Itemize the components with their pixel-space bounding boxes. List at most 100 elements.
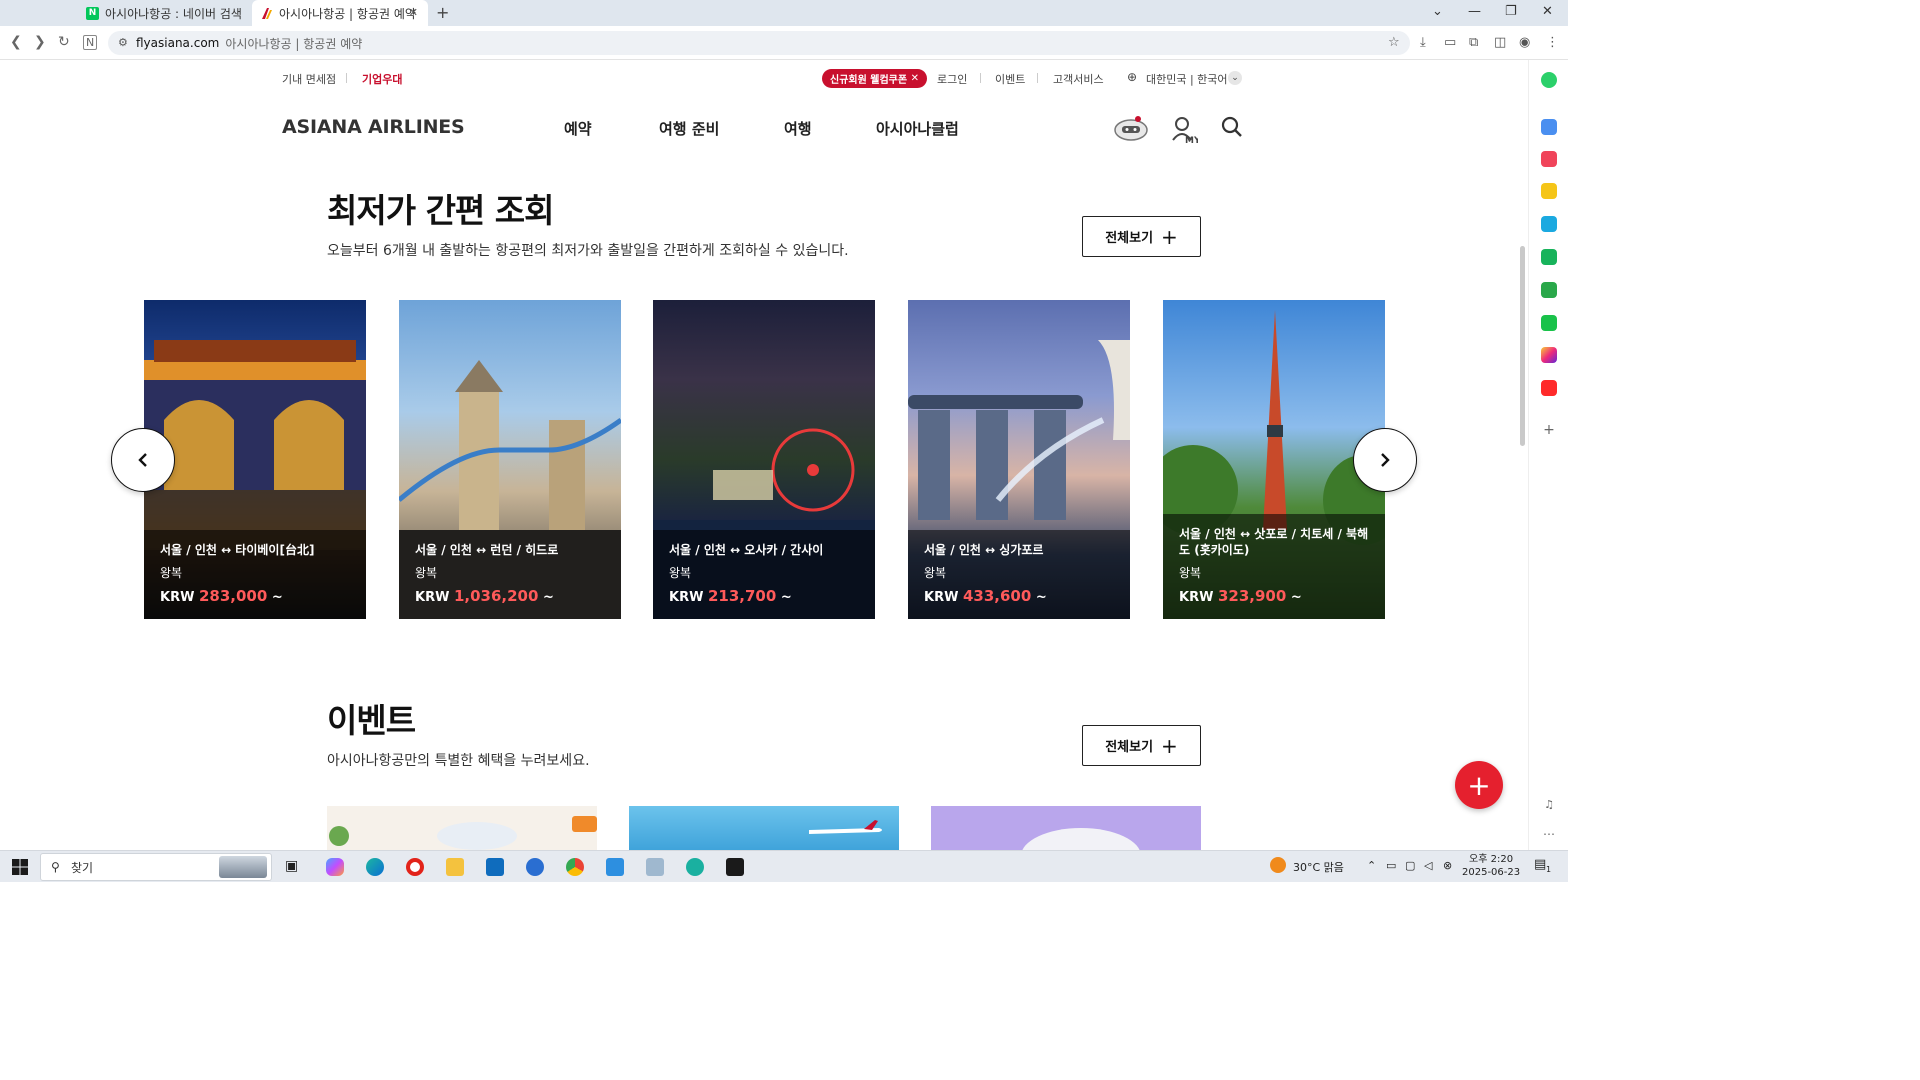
corporate-link[interactable]: 기업우대: [362, 71, 402, 87]
copilot-icon[interactable]: [326, 858, 344, 876]
green-app-icon[interactable]: [1541, 249, 1557, 265]
login-link[interactable]: 로그인: [937, 71, 967, 87]
youtube-icon[interactable]: [1541, 380, 1557, 396]
my-page-icon[interactable]: MY: [1172, 116, 1201, 149]
fare-amount: 433,600: [962, 587, 1032, 605]
event-banner[interactable]: [327, 806, 597, 850]
search-icon[interactable]: [1221, 116, 1243, 143]
back-icon[interactable]: ❮: [10, 34, 22, 50]
fare-card-london[interactable]: 서울 / 인천 ↔ 런던 / 히드로 왕복 KRW 1,036,200 ~: [399, 300, 621, 619]
fare-amount: 213,700: [707, 587, 777, 605]
event-banner[interactable]: [931, 806, 1201, 850]
floating-plus-button[interactable]: +: [1455, 761, 1503, 809]
page-scrollbar[interactable]: [1520, 246, 1525, 446]
event-banner[interactable]: [629, 806, 899, 850]
chevron-up-icon[interactable]: ⌃: [1367, 859, 1376, 872]
fare-card-sapporo[interactable]: 서울 / 인천 ↔ 삿포로 / 치토세 / 북해도 (홋카이도) 왕복 KRW …: [1163, 300, 1385, 619]
capture-icon[interactable]: ▭: [1444, 35, 1456, 50]
green-dot-icon[interactable]: [1541, 72, 1557, 88]
locale-selector[interactable]: 대한민국 | 한국어: [1146, 71, 1228, 87]
fare-card-caption: 서울 / 인천 ↔ 타이베이[台北] 왕복 KRW 283,000 ~: [144, 530, 366, 619]
naver-icon: N: [86, 6, 99, 20]
volume-icon[interactable]: ◁: [1424, 859, 1432, 872]
whale-browser-icon[interactable]: [686, 858, 704, 876]
app-arrow-icon[interactable]: [526, 858, 544, 876]
asiana-logo[interactable]: ASIANA AIRLINES: [282, 116, 465, 138]
opera-icon[interactable]: [406, 858, 424, 876]
new-tab-button[interactable]: +: [436, 3, 449, 22]
notification-icon[interactable]: ▤: [1534, 857, 1546, 872]
welcome-coupon-badge[interactable]: 신규회원 웰컴쿠폰 ✕: [822, 69, 927, 88]
app-icon[interactable]: [646, 858, 664, 876]
gnb-travel-prep[interactable]: 여행 준비: [659, 118, 719, 139]
event-link[interactable]: 이벤트: [995, 71, 1025, 87]
minimize-button[interactable]: —: [1468, 4, 1481, 19]
close-tab-icon[interactable]: ✕: [409, 6, 418, 19]
calendar-app-icon[interactable]: [1541, 119, 1557, 135]
bell-icon[interactable]: ♫: [1541, 797, 1557, 813]
pocket-app-icon[interactable]: [1541, 151, 1557, 167]
weather-icon[interactable]: [1270, 857, 1286, 873]
svg-text:MY: MY: [1185, 136, 1198, 144]
duty-free-link[interactable]: 기내 면세점: [282, 71, 336, 87]
coupon-label: 신규회원 웰컴쿠폰: [830, 75, 908, 86]
download-icon[interactable]: ⤓: [1420, 35, 1426, 50]
chrome-icon[interactable]: [566, 858, 584, 876]
forward-icon[interactable]: ❯: [34, 34, 46, 50]
tab-naver-search[interactable]: N 아시아나항공 : 네이버 검색: [78, 0, 248, 26]
fare-amount: 323,900: [1217, 587, 1287, 605]
gnb-reservation[interactable]: 예약: [564, 118, 592, 139]
bookmark-icon[interactable]: ☆: [1388, 35, 1400, 50]
vscode-icon[interactable]: [606, 858, 624, 876]
instagram-icon[interactable]: [1541, 347, 1557, 363]
outlook-icon[interactable]: [486, 858, 504, 876]
figma-icon[interactable]: [726, 858, 744, 876]
url-field[interactable]: ⚙ flyasiana.com 아시아나항공 | 항공권 예약: [108, 31, 1410, 55]
chatbot-icon[interactable]: [1112, 114, 1150, 149]
fare-card-osaka[interactable]: 서울 / 인천 ↔ 오사카 / 간사이 왕복 KRW 213,700 ~: [653, 300, 875, 619]
star-app-icon[interactable]: [1541, 183, 1557, 199]
split-view-icon[interactable]: ◫: [1494, 35, 1506, 50]
tab-list-icon[interactable]: ⌄: [1432, 4, 1443, 19]
screenshot-icon[interactable]: ⧉: [1469, 35, 1478, 50]
weather-text[interactable]: 30°C 맑음: [1293, 859, 1344, 875]
chart-app-icon[interactable]: [1541, 282, 1557, 298]
tab-asiana[interactable]: 아시아나항공 | 항공권 예약 ✕: [252, 0, 428, 26]
carousel-next-button[interactable]: [1353, 428, 1417, 492]
carousel-prev-button[interactable]: [111, 428, 175, 492]
fare-card-singapore[interactable]: 서울 / 인천 ↔ 싱가포르 왕복 KRW 433,600 ~: [908, 300, 1130, 619]
profile-icon[interactable]: ◉: [1519, 35, 1530, 50]
add-sidebar-app-icon[interactable]: +: [1541, 422, 1557, 438]
reload-icon[interactable]: ↻: [58, 34, 70, 50]
task-view-icon[interactable]: ▣: [285, 858, 303, 876]
file-explorer-icon[interactable]: [446, 858, 464, 876]
gnb-travel[interactable]: 여행: [784, 118, 812, 139]
mute-icon[interactable]: ⊗: [1443, 859, 1452, 872]
site-info-icon[interactable]: ⚙: [118, 36, 128, 49]
taskbar-search[interactable]: ⚲ 찾기: [40, 853, 272, 881]
lowest-fare-view-all-button[interactable]: 전체보기 +: [1082, 216, 1201, 257]
edge-icon[interactable]: [366, 858, 384, 876]
fare-card-taipei[interactable]: 서울 / 인천 ↔ 타이베이[台北] 왕복 KRW 283,000 ~: [144, 300, 366, 619]
divider: [980, 73, 981, 83]
close-window-button[interactable]: ✕: [1542, 4, 1553, 19]
search-highlight-image: [219, 856, 267, 878]
naver-home-icon[interactable]: N: [83, 35, 98, 50]
fare-card-caption: 서울 / 인천 ↔ 런던 / 히드로 왕복 KRW 1,036,200 ~: [399, 530, 621, 619]
edge-app-icon[interactable]: [1541, 216, 1557, 232]
chat-app-icon[interactable]: [1541, 315, 1557, 331]
meet-now-icon[interactable]: ▭: [1386, 859, 1396, 872]
fare-currency: KRW: [415, 590, 450, 605]
chevron-down-icon[interactable]: ⌄: [1228, 71, 1242, 85]
fare-card-caption: 서울 / 인천 ↔ 싱가포르 왕복 KRW 433,600 ~: [908, 530, 1130, 619]
taskbar-clock[interactable]: 오후 2:20 2025-06-23: [1462, 853, 1520, 879]
network-icon[interactable]: ▢: [1405, 859, 1415, 872]
customer-service-link[interactable]: 고객서비스: [1053, 71, 1104, 87]
restore-button[interactable]: ❐: [1505, 4, 1517, 19]
windows-start-icon[interactable]: [11, 858, 29, 876]
events-view-all-button[interactable]: 전체보기 +: [1082, 725, 1201, 766]
more-icon[interactable]: ⋯: [1541, 826, 1557, 842]
close-icon[interactable]: ✕: [911, 73, 919, 84]
more-menu-icon[interactable]: ⋮: [1546, 35, 1559, 50]
gnb-asiana-club[interactable]: 아시아나클럽: [876, 118, 959, 139]
